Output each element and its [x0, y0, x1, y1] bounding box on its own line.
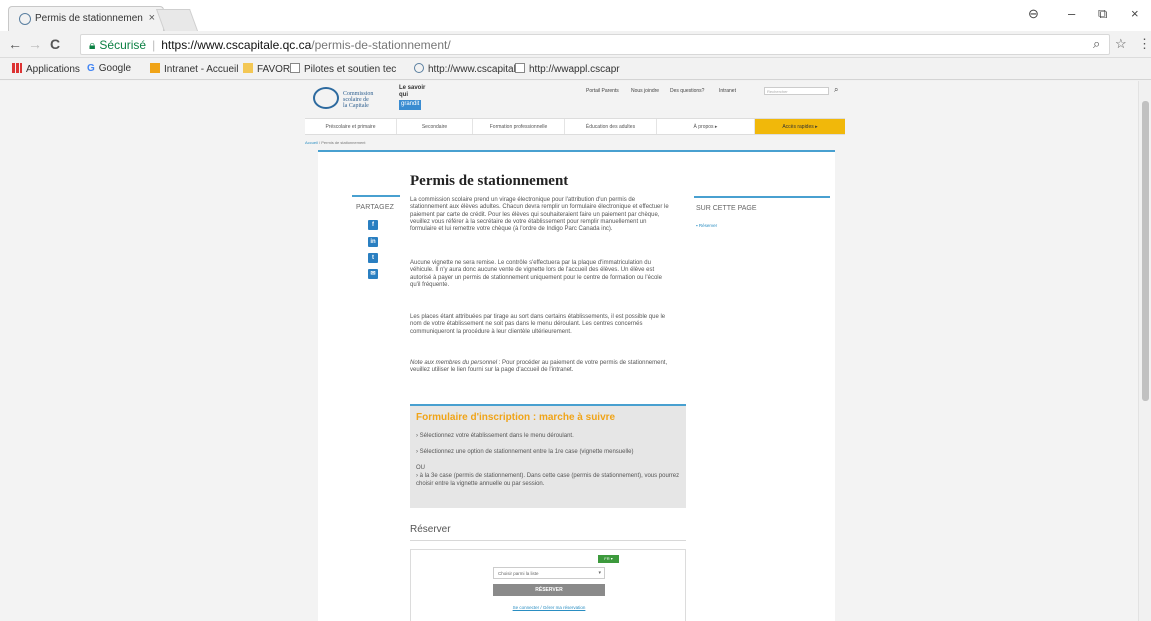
bookmark-pilotes[interactable]: Pilotes et soutien tec: [290, 63, 396, 75]
url-host: https://www.cscapitale.qc.ca: [161, 38, 312, 52]
manage-reservation-link[interactable]: Se connecter / Gérer ma réservation: [493, 605, 605, 610]
on-this-page-title: SUR CETTE PAGE: [696, 205, 757, 212]
nav-formation-pro[interactable]: Formation professionnelle: [473, 119, 565, 134]
lock-icon: 🔒︎: [89, 38, 96, 52]
main-content: Permis de stationnement PARTAGEZ f in t …: [318, 152, 835, 621]
breadcrumb: Accueil / Permis de stationnement: [305, 140, 366, 145]
page-viewport: Commission scolaire de la Capitale Le sa…: [0, 81, 1138, 621]
apps-grid-icon: [12, 63, 22, 73]
bookmark-apps[interactable]: Applications: [12, 63, 80, 75]
share-label: PARTAGEZ: [356, 204, 395, 211]
link-portail-parents[interactable]: Portail Parents: [586, 88, 619, 94]
browser-toolbar: ← → C 🔒︎ Sécurisé | https://www.cscapitale.…: [0, 31, 1151, 58]
nav-secondaire[interactable]: Secondaire: [397, 119, 473, 134]
site-favicon-icon: [19, 13, 31, 25]
email-icon[interactable]: ✉: [368, 269, 378, 279]
step-item: › Sélectionnez une option de stationneme…: [416, 449, 634, 455]
nav-acces-rapides[interactable]: Accès rapides ▸: [755, 119, 845, 134]
bookmarks-bar: Applications G Google Intranet - Accueil …: [0, 58, 1151, 80]
close-window-button[interactable]: ×: [1131, 6, 1139, 21]
registration-steps-title: Formulaire d'inscription : marche à suiv…: [416, 412, 616, 423]
tab-title: Permis de stationnemen: [35, 13, 143, 24]
account-icon[interactable]: ⊖: [1028, 6, 1039, 22]
savoir-qui-grandit-logo: Le savoir qui grandit: [399, 85, 429, 113]
site-header: Commission scolaire de la Capitale Le sa…: [305, 81, 838, 117]
site-favicon-icon: [414, 63, 424, 73]
nav-prescolaire[interactable]: Préscolaire et primaire: [305, 119, 397, 134]
nav-a-propos[interactable]: À propos ▸: [657, 119, 755, 134]
security-label: Sécurisé: [99, 38, 147, 52]
chevron-down-icon: ▾: [598, 570, 601, 576]
reload-button[interactable]: C: [50, 36, 60, 52]
paragraph-vignette: Aucune vignette ne sera remise. Le contr…: [410, 260, 662, 288]
paragraph-note-personnel: Note aux membres du personnel : Pour pro…: [410, 360, 668, 374]
logo-swoosh-icon: [313, 87, 339, 109]
bookmark-google[interactable]: G Google: [87, 63, 131, 74]
link-nous-joindre[interactable]: Nous joindre: [631, 88, 659, 94]
reservation-widget: FR ▾ Choisir parmi la liste ▾ RÉSERVER S…: [410, 549, 686, 621]
folder-icon: [243, 63, 253, 73]
paragraph-intro: La commission scolaire prend un virage é…: [410, 197, 669, 233]
paragraph-tirage: Les places étant attribuées par tirage a…: [410, 314, 666, 335]
step-item: › Sélectionnez votre établissement dans …: [416, 433, 574, 439]
reserver-heading: Réserver: [410, 524, 451, 535]
page-scrollbar[interactable]: [1138, 81, 1151, 621]
on-this-page-reserver-link[interactable]: ▪ Réserver: [696, 223, 717, 228]
url-path: /permis-de-stationnement/: [311, 38, 451, 52]
step-item: › à la 3e case (permis de stationnement)…: [416, 473, 680, 487]
nav-education-adultes[interactable]: Éducation des adultes: [565, 119, 657, 134]
browser-tab[interactable]: Permis de stationnemen ×: [8, 6, 164, 31]
bookmark-wwappl[interactable]: http://wwappl.cscapr: [515, 63, 620, 75]
bookmark-star-icon[interactable]: ☆: [1115, 36, 1127, 52]
linkedin-icon[interactable]: in: [368, 237, 378, 247]
address-bar[interactable]: 🔒︎ Sécurisé | https://www.cscapitale.qc.ca/…: [80, 34, 1110, 55]
breadcrumb-home-link[interactable]: Accueil: [305, 140, 318, 145]
registration-steps-box: Formulaire d'inscription : marche à suiv…: [410, 404, 686, 508]
page-icon: [515, 63, 525, 73]
page-icon: [290, 63, 300, 73]
step-item: OU: [416, 465, 425, 471]
reserve-button[interactable]: RÉSERVER: [493, 584, 605, 596]
maximize-button[interactable]: ⧉: [1098, 6, 1107, 22]
cscapitale-logo[interactable]: Commission scolaire de la Capitale: [313, 87, 391, 113]
scrollbar-thumb[interactable]: [1142, 101, 1149, 401]
tab-close-icon[interactable]: ×: [149, 12, 155, 24]
intranet-icon: [150, 63, 160, 73]
site-search-input[interactable]: Rechercher: [764, 87, 829, 95]
main-navigation: Préscolaire et primaire Secondaire Forma…: [305, 118, 845, 135]
bookmark-intranet[interactable]: Intranet - Accueil: [150, 63, 238, 75]
twitter-icon[interactable]: t: [368, 253, 378, 263]
back-button[interactable]: ←: [8, 36, 22, 52]
google-icon: G: [87, 63, 95, 74]
bookmark-cscapitale[interactable]: http://www.cscapitale: [414, 63, 521, 75]
zoom-icon[interactable]: ⌕: [1093, 36, 1100, 52]
establishment-select[interactable]: Choisir parmi la liste ▾: [493, 567, 605, 579]
page-title: Permis de stationnement: [410, 173, 569, 189]
new-tab-button[interactable]: [155, 9, 199, 31]
facebook-icon[interactable]: f: [368, 220, 378, 230]
minimize-button[interactable]: –: [1068, 6, 1075, 21]
browser-menu-icon[interactable]: ⋮: [1138, 36, 1151, 52]
link-intranet[interactable]: Intranet: [719, 88, 736, 94]
language-selector[interactable]: FR ▾: [598, 555, 619, 563]
forward-button[interactable]: →: [28, 36, 42, 52]
search-icon[interactable]: ⌕: [834, 85, 838, 95]
browser-tabstrip: Permis de stationnemen × ⊖ – ⧉ ×: [0, 0, 1151, 31]
link-questions[interactable]: Des questions?: [670, 88, 704, 94]
